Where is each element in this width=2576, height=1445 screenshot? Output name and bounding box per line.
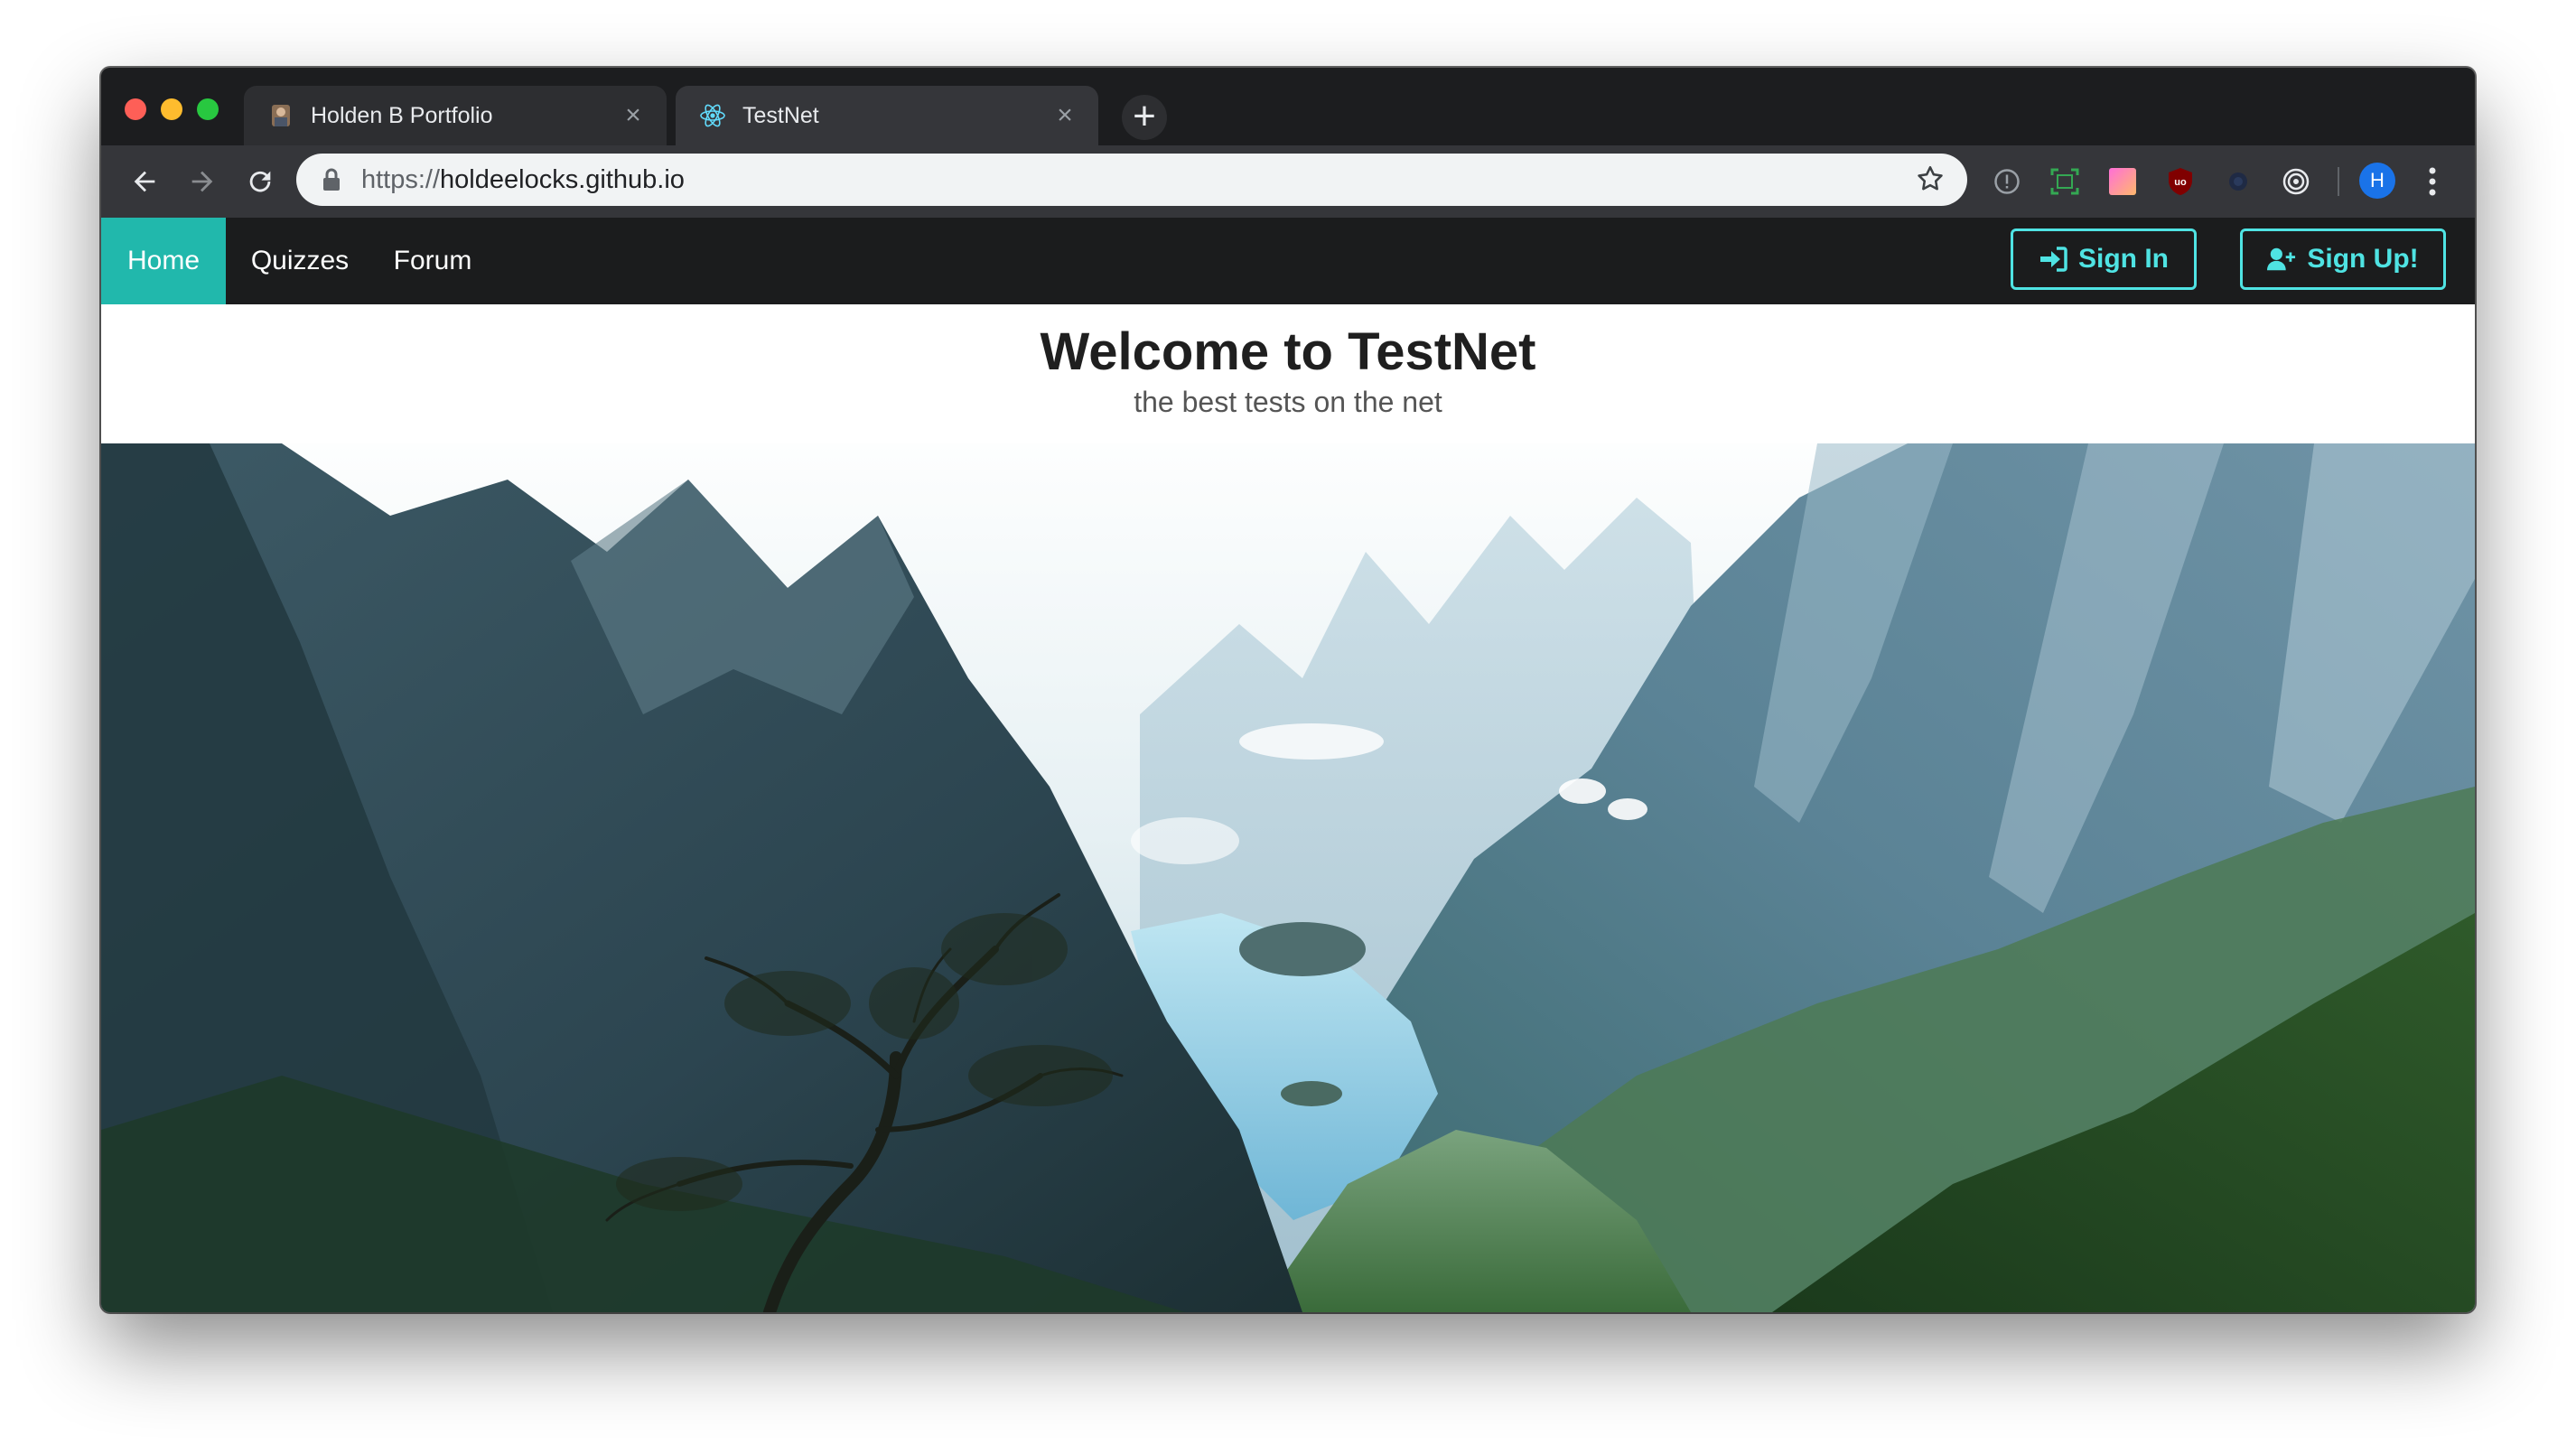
url-text: https://holdeelocks.github.io <box>361 165 1915 195</box>
lock-icon <box>322 168 345 191</box>
dark-extension-icon[interactable] <box>2222 165 2254 198</box>
ublock-icon[interactable]: uo <box>2164 165 2197 198</box>
toolbar-divider <box>2338 167 2339 196</box>
profile-avatar[interactable]: H <box>2359 163 2395 199</box>
target-icon[interactable] <box>2280 165 2312 198</box>
sign-in-icon <box>2039 247 2067 272</box>
sign-in-label: Sign In <box>2078 244 2169 274</box>
sign-in-button[interactable]: Sign In <box>2011 228 2197 290</box>
tab-title: TestNet <box>742 102 819 128</box>
back-button[interactable] <box>121 158 168 205</box>
url-host: holdeelocks.github.io <box>440 164 685 194</box>
page-viewport: Home Quizzes Forum Sign In Sign Up! Welc… <box>101 218 2475 1312</box>
new-tab-button[interactable]: + <box>1122 95 1167 140</box>
close-tab-icon[interactable]: × <box>1051 102 1078 129</box>
page-subtitle: the best tests on the net <box>1134 386 1442 418</box>
site-navbar: Home Quizzes Forum Sign In Sign Up! <box>101 218 2475 304</box>
nav-forum[interactable]: Forum <box>383 218 482 304</box>
info-icon[interactable] <box>1991 165 2023 198</box>
sign-up-label: Sign Up! <box>2307 244 2419 274</box>
maximize-window-button[interactable] <box>197 98 219 120</box>
nav-home[interactable]: Home <box>101 218 226 304</box>
browser-window: Holden B Portfolio × TestNet × + https:/… <box>101 68 2475 1312</box>
more-menu-icon[interactable] <box>2419 162 2446 201</box>
address-bar[interactable]: https://holdeelocks.github.io <box>296 154 1967 206</box>
tab-holden-portfolio[interactable]: Holden B Portfolio × <box>244 86 667 145</box>
browser-toolbar: https://holdeelocks.github.io uo H <box>101 145 2475 218</box>
page-title: Welcome to TestNet <box>1040 322 1536 381</box>
forward-button[interactable] <box>179 158 226 205</box>
nav-quizzes[interactable]: Quizzes <box>246 218 354 304</box>
screenshot-icon[interactable] <box>2049 165 2081 198</box>
hero-header: Welcome to TestNet the best tests on the… <box>101 304 2475 443</box>
close-window-button[interactable] <box>125 98 146 120</box>
tab-testnet[interactable]: TestNet × <box>676 86 1098 145</box>
bookmark-star-icon[interactable] <box>1915 163 1947 196</box>
reload-button[interactable] <box>237 158 284 205</box>
close-tab-icon[interactable]: × <box>620 102 647 129</box>
add-user-icon <box>2267 247 2296 272</box>
url-scheme: https:// <box>361 164 441 194</box>
portfolio-favicon-icon <box>267 102 294 129</box>
gradient-icon[interactable] <box>2106 165 2139 198</box>
svg-text:uo: uo <box>2174 177 2187 188</box>
react-atom-icon <box>699 102 726 129</box>
minimize-window-button[interactable] <box>161 98 182 120</box>
tab-title: Holden B Portfolio <box>311 102 493 128</box>
tab-strip: Holden B Portfolio × TestNet × + <box>101 68 2475 145</box>
hero-landscape-image <box>101 443 2475 1312</box>
sign-up-button[interactable]: Sign Up! <box>2240 228 2446 290</box>
